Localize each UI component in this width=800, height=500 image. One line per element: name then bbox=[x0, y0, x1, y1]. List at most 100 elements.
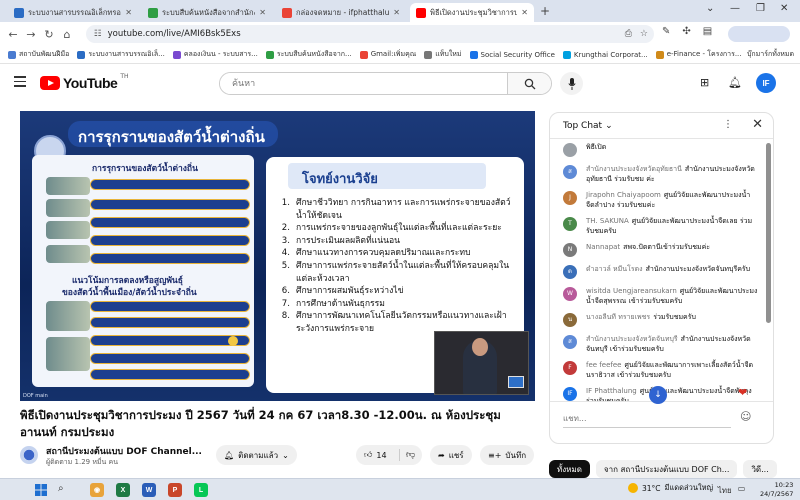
chat-author[interactable]: Jirapohn Chaiyapoom bbox=[586, 191, 661, 199]
chat-message[interactable]: J Jirapohn Chaiyapoom ศูนย์วิจัยและพัฒนาปร… bbox=[550, 187, 764, 213]
tab-search-icon[interactable]: ⌄ bbox=[706, 3, 714, 14]
close-tab-icon[interactable]: ✕ bbox=[521, 8, 528, 17]
search-button[interactable] bbox=[507, 73, 551, 94]
network-icon[interactable]: ▭ bbox=[738, 484, 746, 497]
bookmark-item[interactable]: สถาบันพัฒนฝีมือ bbox=[8, 49, 69, 60]
bookmark-item[interactable]: Krungthai Corporat... bbox=[562, 50, 648, 59]
taskbar-search-icon[interactable]: ⌕ bbox=[58, 483, 64, 494]
chat-message[interactable]: พิธีเปิด bbox=[550, 139, 764, 161]
maximize-icon[interactable]: ❐ bbox=[756, 3, 765, 14]
chat-message-list[interactable]: พิธีเปิดส สำนักงานประมงจังหวัดอุทัยธานี สำ… bbox=[550, 139, 764, 401]
share-button[interactable]: ➦ แชร์ bbox=[430, 445, 472, 465]
chat-message[interactable]: ด ดำอาวล์ หมีนโรดง สำนักงานประมงจังหวัดจัน… bbox=[550, 261, 764, 283]
chat-mode-selector[interactable]: Top Chat ⌄ bbox=[563, 121, 613, 131]
chat-avatar[interactable] bbox=[563, 143, 577, 157]
windows-start-icon[interactable] bbox=[34, 483, 48, 497]
subscribed-button[interactable]: 🔔︎ ติดตามแล้ว ⌄ bbox=[216, 445, 297, 465]
browser-tab-active[interactable]: พิธีเปิดงานประชุมวิชาการประม... ✕ bbox=[410, 3, 534, 22]
chip-videos[interactable]: วิดี... bbox=[743, 460, 777, 478]
notifications-bell-icon[interactable]: 🔔︎ bbox=[728, 76, 742, 89]
chat-message[interactable]: สสำนักงานประมงจังหวัดจันทบุรี สำนักงานประ… bbox=[550, 331, 764, 357]
chat-author[interactable]: ดำอาวล์ หมีนโรดง bbox=[586, 265, 643, 273]
search-input[interactable] bbox=[220, 73, 507, 94]
bookmark-item[interactable]: ระบบงานสารบรรณอิเล็... bbox=[77, 49, 165, 60]
excel-app-icon[interactable]: X bbox=[116, 483, 130, 497]
chip-from-channel[interactable]: จาก สถานีประมงต้นแบบ DOF Ch... bbox=[595, 460, 738, 478]
chat-avatar[interactable]: ด bbox=[563, 265, 577, 279]
chat-scrollbar[interactable] bbox=[766, 143, 771, 323]
channel-avatar[interactable] bbox=[20, 446, 38, 464]
bookmark-item[interactable]: คลองเงินน - ระบบสาร... bbox=[172, 49, 258, 60]
chat-message[interactable]: สสำนักงานประมงจังหวัดอุทัยธานี สำนักงานปร… bbox=[550, 161, 764, 187]
close-window-icon[interactable]: ✕ bbox=[780, 3, 788, 14]
close-tab-icon[interactable]: ✕ bbox=[125, 8, 132, 17]
heart-reaction-icon[interactable]: ❤ bbox=[738, 386, 747, 399]
create-video-icon[interactable]: ⊞ bbox=[700, 76, 709, 89]
chrome-app-icon[interactable]: ◉ bbox=[90, 483, 104, 497]
reload-icon[interactable]: ↻ bbox=[40, 28, 58, 41]
chat-author[interactable]: นางอลีนที ทรายเพชร bbox=[586, 313, 650, 321]
bookmark-item[interactable]: Gmail:เพิ่มคุณ bbox=[359, 49, 416, 60]
chat-avatar[interactable]: J bbox=[563, 191, 577, 205]
voice-search-button[interactable] bbox=[560, 72, 583, 95]
address-bar[interactable]: ☷ youtube.com/live/AMI6Bsk5Exs ⎙ ☆ bbox=[86, 25, 654, 43]
word-app-icon[interactable]: W bbox=[142, 483, 156, 497]
system-clock[interactable]: 10:23 24/7/2567 bbox=[760, 481, 793, 499]
install-app-icon[interactable]: ⎙ bbox=[625, 29, 632, 39]
weather-widget[interactable]: 31°C มีแดดส่วนใหญ่ bbox=[628, 482, 713, 494]
line-app-icon[interactable]: L bbox=[194, 483, 208, 497]
more-options-icon[interactable]: ⋮ bbox=[723, 119, 733, 130]
chat-message[interactable]: Ffee feefee ศูนย์วิจัยและพัฒนาการเพาะเลี้… bbox=[550, 357, 764, 383]
dislike-button[interactable]: 👎︎ bbox=[400, 450, 415, 460]
chat-author[interactable]: Nannapat bbox=[586, 243, 620, 251]
browser-tab[interactable]: กล่องจดหมาย - ifphatthalung@g... ✕ bbox=[276, 3, 406, 22]
site-info-icon[interactable]: ☷ bbox=[94, 29, 102, 39]
chat-message[interactable]: Wwisitda Uengjareansukarn ศูนย์วิจัยและพั… bbox=[550, 283, 764, 309]
like-button[interactable]: 👍︎ 14 bbox=[356, 449, 400, 461]
menu-icon[interactable] bbox=[14, 76, 26, 90]
chat-avatar[interactable]: น bbox=[563, 313, 577, 327]
chat-avatar[interactable]: ส bbox=[563, 165, 577, 179]
chat-avatar[interactable]: W bbox=[563, 287, 577, 301]
home-icon[interactable]: ⌂ bbox=[58, 28, 76, 41]
chip-all[interactable]: ทั้งหมด bbox=[549, 460, 590, 478]
bookmark-item[interactable]: e-Finance - โครงการ... bbox=[655, 49, 742, 60]
account-avatar[interactable]: IF bbox=[756, 73, 776, 93]
close-chat-icon[interactable]: ✕ bbox=[752, 117, 763, 132]
bookmark-item[interactable]: ระบบสืบค้นหนังสือจาก... bbox=[265, 49, 352, 60]
close-tab-icon[interactable]: ✕ bbox=[393, 8, 400, 17]
profile-button[interactable] bbox=[728, 26, 790, 42]
video-player[interactable]: การรุกรานของสัตว์น้ำต่างถิ่น การรุกรานขอ… bbox=[20, 111, 535, 401]
chat-message[interactable]: T TH. SAKUNA ศูนย์วิจัยและพัฒนาประมงน้ำจืด… bbox=[550, 213, 764, 239]
bookmark-item[interactable]: แท็บใหม่ bbox=[424, 49, 462, 60]
chat-avatar[interactable]: ส bbox=[563, 335, 577, 349]
chat-message[interactable]: N Nannapat สพจ.ปัตตานีเข้าร่วมรับชมค่ะ bbox=[550, 239, 764, 261]
youtube-logo[interactable]: YouTube TH bbox=[40, 73, 129, 91]
chat-input[interactable] bbox=[563, 410, 731, 428]
chat-avatar[interactable]: N bbox=[563, 243, 577, 257]
chat-author[interactable]: TH. SAKUNA bbox=[586, 217, 629, 225]
channel-name[interactable]: สถานีประมงต้นแบบ DOF Channel... bbox=[46, 444, 202, 458]
bookmark-item[interactable]: Social Security Office bbox=[469, 50, 555, 59]
extension-icon[interactable]: ✎ bbox=[662, 26, 670, 37]
scroll-to-bottom-button[interactable]: ↓ bbox=[649, 386, 667, 404]
all-bookmarks-button[interactable]: บุ๊กมาร์กทั้งหมด bbox=[747, 49, 794, 60]
show-hidden-icons-icon[interactable]: ⌃ bbox=[705, 484, 712, 497]
emoji-icon[interactable]: ☺ bbox=[740, 410, 751, 423]
chat-avatar[interactable]: IF bbox=[563, 387, 577, 401]
browser-tab[interactable]: ระบบงานสารบรรณอิเล็กทรอนิกส์ (... ✕ bbox=[8, 3, 138, 22]
chat-author[interactable]: fee feefee bbox=[586, 361, 621, 369]
language-indicator[interactable]: ไทย bbox=[718, 484, 732, 497]
new-tab-button[interactable]: + bbox=[540, 4, 550, 18]
side-panel-icon[interactable]: ▤ bbox=[703, 26, 712, 37]
chat-avatar[interactable]: F bbox=[563, 361, 577, 375]
bookmark-star-icon[interactable]: ☆ bbox=[640, 29, 648, 39]
minimize-icon[interactable]: — bbox=[730, 3, 740, 14]
chat-author[interactable]: wisitda Uengjareansukarn bbox=[586, 287, 677, 295]
chat-author[interactable]: สำนักงานประมงจังหวัดจันทบุรี bbox=[586, 335, 678, 343]
save-button[interactable]: ≡+ บันทึก bbox=[480, 445, 535, 465]
back-icon[interactable]: ← bbox=[4, 28, 22, 41]
close-tab-icon[interactable]: ✕ bbox=[259, 8, 266, 17]
chat-message[interactable]: น นางอลีนที ทรายเพชร ร่วมรับชมครับ bbox=[550, 309, 764, 331]
chat-author[interactable]: IF Phatthalung bbox=[586, 387, 637, 395]
